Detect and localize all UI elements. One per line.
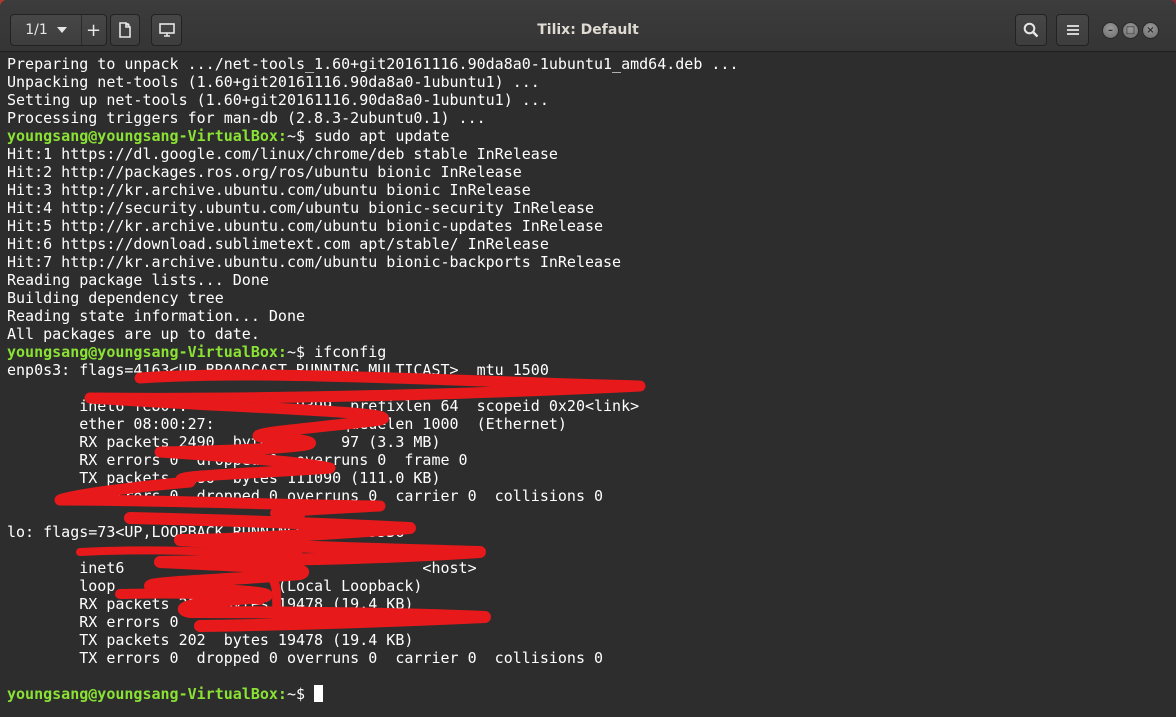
line-text: TX packets 202 bytes 19478 (19.4 KB) [7,631,414,649]
line-text: lo: flags=73<UP,LOOPBACK,RUNNING> mtu 65… [7,523,405,541]
output-line: Hit:7 http://kr.archive.ubuntu.com/ubunt… [7,253,739,271]
prompt-line: youngsang@youngsang-VirtualBox:~$ [7,685,739,703]
maximize-icon: □ [1125,24,1136,36]
output-line: Hit:6 https://download.sublimetext.com a… [7,235,739,253]
menu-button[interactable] [1056,14,1089,46]
output-line: RX packets 202 bytes 19478 (19.4 KB) [7,595,739,613]
line-text: RX packets 2490 bytes 3 97 (3.3 MB) [7,433,441,451]
line-text: Processing triggers for man-db (2.8.3-2u… [7,109,486,127]
terminal-view[interactable]: Preparing to unpack .../net-tools_1.60+g… [0,53,1176,717]
line-text: Reading package lists... Done [7,271,269,289]
output-line: Preparing to unpack .../net-tools_1.60+g… [7,55,739,73]
output-line: Hit:2 http://packages.ros.org/ros/ubuntu… [7,163,739,181]
prompt-path: ~$ [286,127,315,145]
minimize-icon: – [1108,24,1113,36]
line-text: All packages are up to date. [7,325,260,343]
output-line: loop (Local Loopback) [7,577,739,595]
command-text: ifconfig [314,343,387,361]
output-line: enp0s3: flags=4163<UP,BROADCAST,RUNNING,… [7,361,739,379]
hamburger-menu-icon [1066,24,1080,36]
line-text: enp0s3: flags=4163<UP,BROADCAST,RUNNING,… [7,361,549,379]
titlebar: 1/1 + Tilix: Default – □ × [0,0,1176,52]
output-line: Hit:4 http://security.ubuntu.com/ubuntu … [7,199,739,217]
line-text: Hit:2 http://packages.ros.org/ros/ubuntu… [7,163,522,181]
line-text: Reading state information... Done [7,307,306,325]
line-text: Building dependency tree [7,289,224,307]
output-line: Hit:3 http://kr.archive.ubuntu.com/ubunt… [7,181,739,199]
line-text: loop (Local Loopback) [7,577,423,595]
line-text: Hit:7 http://kr.archive.ubuntu.com/ubunt… [7,253,622,271]
output-line: Unpacking net-tools (1.60+git20161116.90… [7,73,739,91]
window-title: Tilix: Default [537,22,639,38]
line-text: inet6 <host> [7,559,477,577]
command-text: sudo apt update [314,127,450,145]
output-line: Setting up net-tools (1.60+git20161116.9… [7,91,739,109]
line-text: Hit:5 http://kr.archive.ubuntu.com/ubunt… [7,217,604,235]
output-line: TX packets 202 bytes 19478 (19.4 KB) [7,631,739,649]
line-text: Hit:4 http://security.ubuntu.com/ubuntu … [7,199,594,217]
line-text: Hit:6 https://download.sublimetext.com a… [7,235,549,253]
output-line: RX packets 2490 bytes 3 97 (3.3 MB) [7,433,739,451]
output-line: All packages are up to date. [7,325,739,343]
output-line: ether 08:00:27: queuelen 1000 (Ethernet) [7,415,739,433]
prompt-line: youngsang@youngsang-VirtualBox:~$ sudo a… [7,127,739,145]
line-text: Setting up net-tools (1.60+git20161116.9… [7,91,549,109]
output-line: Reading state information... Done [7,307,739,325]
line-text: Unpacking net-tools (1.60+git20161116.90… [7,73,540,91]
output-line: inet6 fe80:: 9399 prefixlen 64 scopeid 0… [7,397,739,415]
output-line: RX errors 0 dropped 0 overruns 0 frame 0 [7,451,739,469]
line-text: Hit:3 http://kr.archive.ubuntu.com/ubunt… [7,181,531,199]
window-controls: – □ × [1102,22,1159,39]
output-line: TX errors 0 dropped 0 overruns 0 carrier… [7,649,739,667]
output-line: lo: flags=73<UP,LOOPBACK,RUNNING> mtu 65… [7,523,739,541]
line-text: Preparing to unpack .../net-tools_1.60+g… [7,55,739,73]
line-text: inet6 fe80:: 9399 prefixlen 64 scopeid 0… [7,397,640,415]
prompt-user: youngsang@youngsang-VirtualBox: [7,343,287,361]
search-icon [1023,22,1039,38]
close-icon: × [1146,24,1155,36]
line-text: TX errors 0 dropped 0 overruns 0 carrier… [7,649,604,667]
output-line: Hit:1 https://dl.google.com/linux/chrome… [7,145,739,163]
prompt-path: ~$ [286,343,315,361]
prompt-user: youngsang@youngsang-VirtualBox: [7,685,287,703]
line-text: RX errors 0 dropped 0 overruns 0 frame 0 [7,451,468,469]
output-line: inet6 <host> [7,559,739,577]
line-text: RX errors 0 [7,613,179,631]
terminal-cursor [314,685,324,702]
output-line: TX packets 186 bytes 111090 (111.0 KB) [7,469,739,487]
line-text: ether 08:00:27: queuelen 1000 (Ethernet) [7,415,567,433]
close-button[interactable]: × [1142,22,1159,39]
search-button[interactable] [1015,14,1047,46]
output-line: RX errors 0 [7,613,739,631]
terminal-output: Preparing to unpack .../net-tools_1.60+g… [7,55,739,703]
line-text: RX packets 202 bytes 19478 (19.4 KB) [7,595,414,613]
output-line: Reading package lists... Done [7,271,739,289]
prompt-path: ~$ [286,685,315,703]
maximize-button[interactable]: □ [1122,22,1139,39]
minimize-button[interactable]: – [1102,22,1119,39]
line-text: TX errors 0 dropped 0 overruns 0 carrier… [7,487,604,505]
output-line: Hit:5 http://kr.archive.ubuntu.com/ubunt… [7,217,739,235]
prompt-user: youngsang@youngsang-VirtualBox: [7,127,287,145]
output-line: Building dependency tree [7,289,739,307]
line-text: Hit:1 https://dl.google.com/linux/chrome… [7,145,558,163]
output-line: TX errors 0 dropped 0 overruns 0 carrier… [7,487,739,505]
prompt-line: youngsang@youngsang-VirtualBox:~$ ifconf… [7,343,739,361]
tilix-window: 1/1 + Tilix: Default – □ × Preparing to … [0,0,1176,717]
output-line: Processing triggers for man-db (2.8.3-2u… [7,109,739,127]
line-text: TX packets 186 bytes 111090 (111.0 KB) [7,469,441,487]
